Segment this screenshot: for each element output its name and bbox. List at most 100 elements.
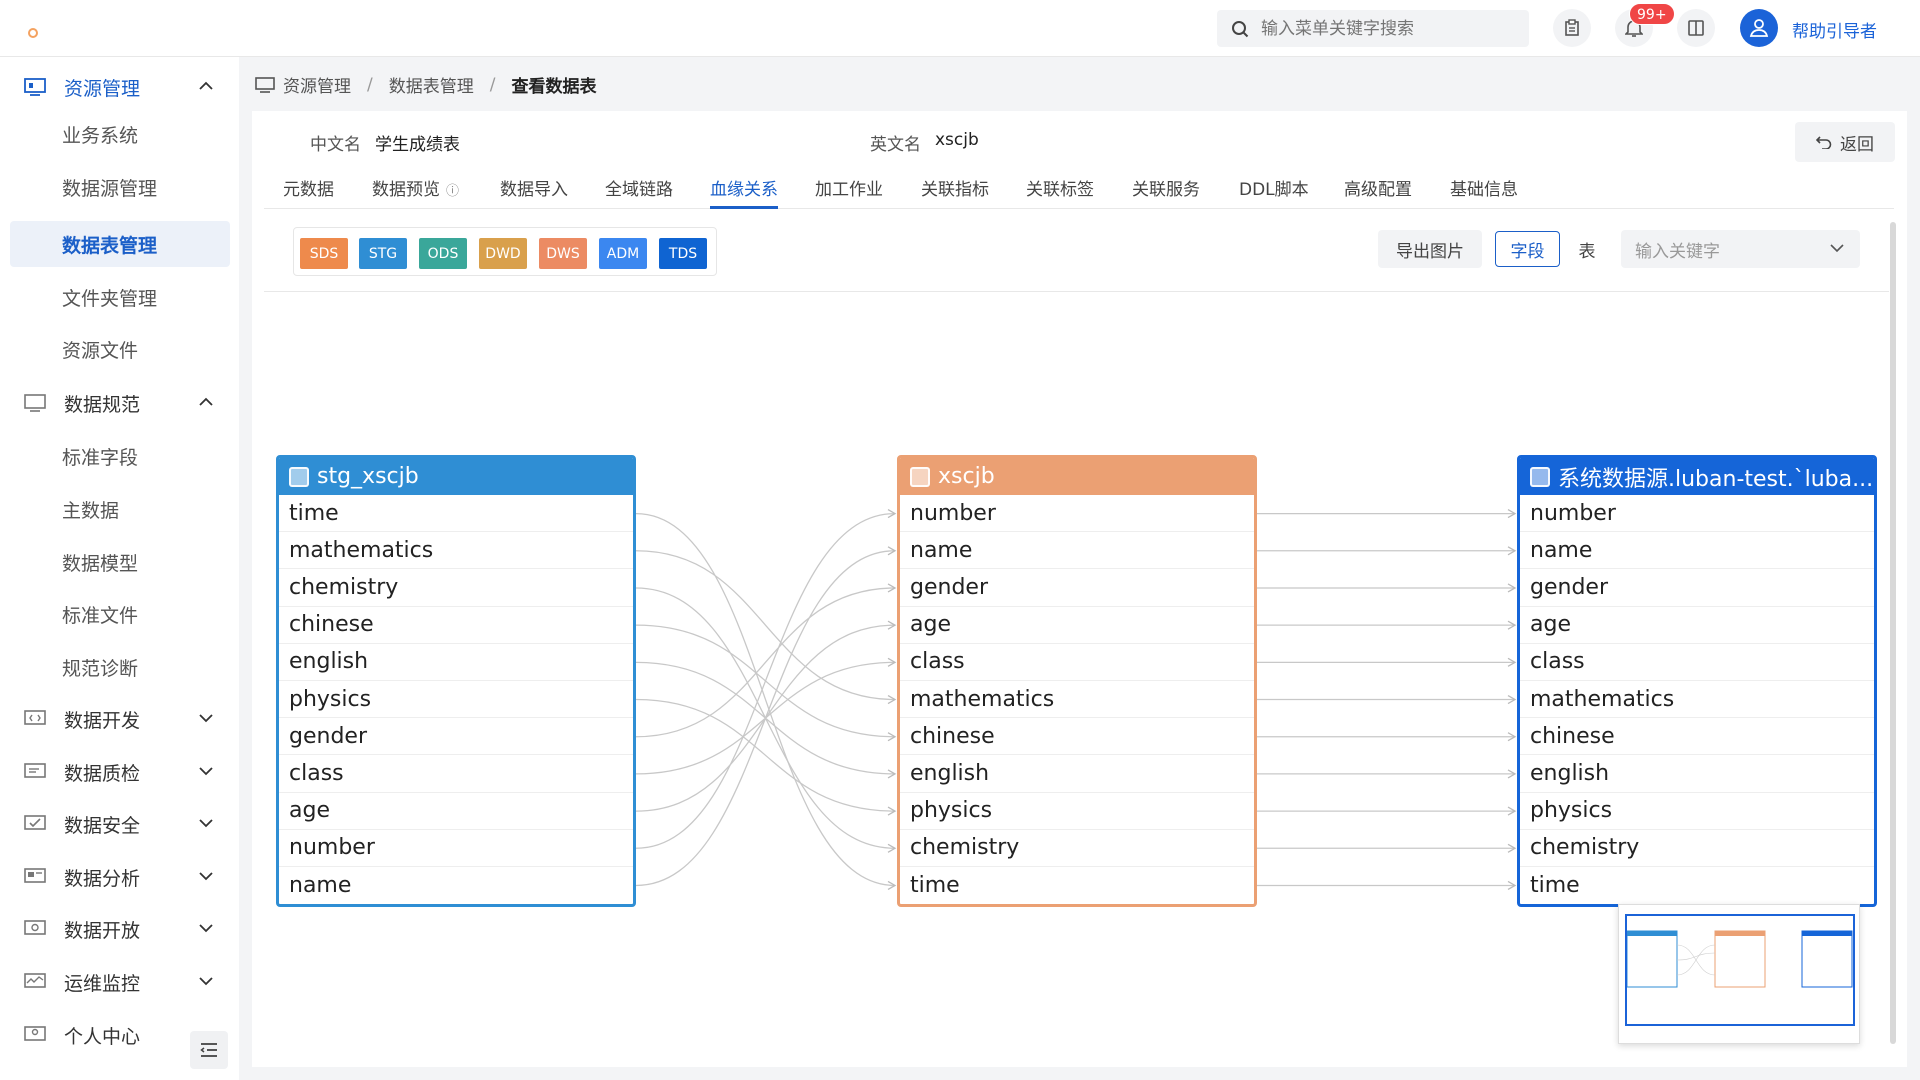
field-row-chemistry[interactable]: chemistry [279,569,633,607]
tab-label: 数据预览 [372,180,440,200]
field-row-time[interactable]: time [1520,867,1874,904]
tab-basic-info[interactable]: 基础信息 [1450,175,1518,200]
nav-group-standard[interactable]: 数据规范 [0,381,239,425]
field-row-number[interactable]: number [279,830,633,867]
field-row-time[interactable]: time [279,495,633,533]
nav-group-security[interactable]: 数据安全 [0,802,239,846]
tab-metadata[interactable]: 元数据 [283,175,334,200]
field-row-age[interactable]: age [279,793,633,830]
chevron-down-icon [199,767,213,776]
field-row-class[interactable]: class [279,755,633,793]
sidebar-collapse-button[interactable] [190,1031,228,1069]
minimap-viewport[interactable] [1625,914,1855,1026]
nav-item-business-system[interactable]: 业务系统 [10,111,230,157]
tab-related-services[interactable]: 关联服务 [1132,175,1200,200]
nav-item-table-management[interactable]: 数据表管理 [10,221,230,267]
avatar[interactable] [1740,9,1778,47]
help-guide-link[interactable]: 帮助引导者 [1792,17,1877,42]
field-row-physics[interactable]: physics [1520,793,1874,830]
layer-tag-tds[interactable]: TDS [659,238,707,269]
lineage-node-source[interactable]: stg_xscjb time mathematics chemistry chines… [276,455,636,907]
nav-item-datasource[interactable]: 数据源管理 [10,164,230,210]
menu-search-box[interactable] [1217,10,1529,47]
breadcrumb-item[interactable]: 数据表管理 [389,72,474,97]
field-row-name[interactable]: name [1520,532,1874,570]
field-row-number[interactable]: number [1520,495,1874,533]
layer-tag-dws[interactable]: DWS [539,238,587,269]
minimap[interactable] [1618,904,1860,1044]
menu-fold-icon [200,1043,217,1057]
tab-related-metrics[interactable]: 关联指标 [921,175,989,200]
export-image-button[interactable]: 导出图片 [1378,230,1482,268]
field-row-chinese[interactable]: chinese [279,607,633,644]
lineage-node-target[interactable]: 系统数据源.luban-test.`luba... number name gend… [1517,455,1877,907]
field-row-name[interactable]: name [900,532,1254,570]
nav-item-diagnosis[interactable]: 规范诊断 [10,644,230,690]
nav-group-quality[interactable]: 数据质检 [0,750,239,794]
tab-related-tags[interactable]: 关联标签 [1026,175,1094,200]
tab-advanced[interactable]: 高级配置 [1344,175,1412,200]
table-mode-button[interactable]: 表 [1570,231,1604,267]
field-row-mathematics[interactable]: mathematics [900,681,1254,719]
field-row-english[interactable]: english [1520,755,1874,793]
field-row-name[interactable]: name [279,867,633,904]
field-row-english[interactable]: english [900,755,1254,793]
lineage-node-current[interactable]: xscjb number name gender age class mathematic… [897,455,1257,907]
nav-group-resource[interactable]: 资源管理 [0,65,239,109]
field-row-chinese[interactable]: chinese [1520,718,1874,756]
layer-tag-sds[interactable]: SDS [300,238,348,269]
nav-item-folder[interactable]: 文件夹管理 [10,274,230,320]
nav-item-resource-file[interactable]: 资源文件 [10,326,230,372]
tab-lineage[interactable]: 血缘关系 [710,175,778,209]
nav-group-ops[interactable]: 运维监控 [0,960,239,1004]
layer-tag-adm[interactable]: ADM [599,238,647,269]
node-header[interactable]: xscjb [900,458,1254,495]
nav-group-dev[interactable]: 数据开发 [0,697,239,741]
field-row-age[interactable]: age [1520,607,1874,644]
field-row-number[interactable]: number [900,495,1254,533]
field-row-time[interactable]: time [900,867,1254,904]
nav-group-analysis[interactable]: 数据分析 [0,855,239,899]
field-row-mathematics[interactable]: mathematics [279,532,633,570]
tab-preview[interactable]: 数据预览 ⓘ [372,175,459,200]
nav-item-data-model[interactable]: 数据模型 [10,539,230,585]
field-row-physics[interactable]: physics [900,793,1254,830]
back-button[interactable]: 返回 [1795,122,1895,162]
field-row-mathematics[interactable]: mathematics [1520,681,1874,719]
docs-button[interactable] [1677,9,1715,47]
field-row-gender[interactable]: gender [900,569,1254,607]
layer-tag-ods[interactable]: ODS [419,238,467,269]
field-row-age[interactable]: age [900,607,1254,644]
field-row-chinese[interactable]: chinese [900,718,1254,756]
field-row-chemistry[interactable]: chemistry [900,830,1254,867]
nav-item-standard-file[interactable]: 标准文件 [10,591,230,637]
checkbox[interactable] [289,466,309,487]
checkbox[interactable] [1530,466,1550,487]
tab-ddl[interactable]: DDL脚本 [1239,175,1309,200]
menu-search-input[interactable] [1261,18,1511,39]
vertical-scrollbar[interactable] [1890,222,1896,1044]
field-row-gender[interactable]: gender [1520,569,1874,607]
layer-tag-stg[interactable]: STG [359,238,407,269]
nav-group-open[interactable]: 数据开放 [0,907,239,951]
layer-tag-dwd[interactable]: DWD [479,238,527,269]
breadcrumb-separator: / [367,74,373,95]
tab-import[interactable]: 数据导入 [500,175,568,200]
tab-global-link[interactable]: 全域链路 [605,175,673,200]
nav-item-standard-field[interactable]: 标准字段 [10,433,230,479]
field-row-class[interactable]: class [900,644,1254,681]
tab-process-job[interactable]: 加工作业 [815,175,883,200]
field-row-class[interactable]: class [1520,644,1874,681]
field-row-english[interactable]: english [279,644,633,681]
keyword-select[interactable]: 输入关键字 [1621,230,1860,268]
field-row-gender[interactable]: gender [279,718,633,756]
nav-item-master-data[interactable]: 主数据 [10,486,230,532]
field-row-physics[interactable]: physics [279,681,633,719]
field-row-chemistry[interactable]: chemistry [1520,830,1874,867]
node-header[interactable]: stg_xscjb [279,458,633,495]
checkbox[interactable] [910,466,930,487]
field-mode-button[interactable]: 字段 [1495,231,1560,267]
clipboard-button[interactable] [1553,9,1591,47]
node-header[interactable]: 系统数据源.luban-test.`luba... [1520,458,1874,495]
breadcrumb-item[interactable]: 资源管理 [283,72,351,97]
